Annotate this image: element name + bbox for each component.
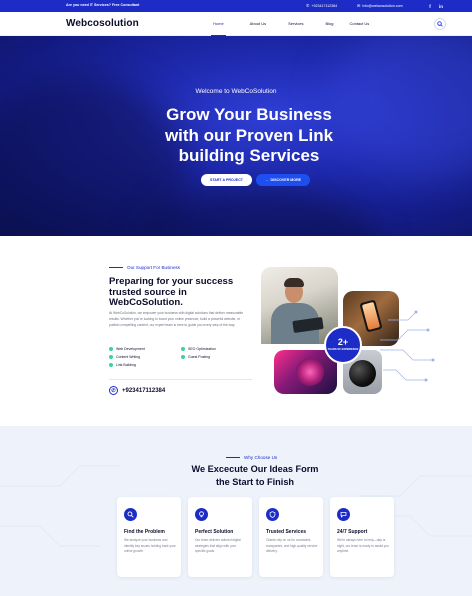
nav-item-home[interactable]: Home [205,12,232,36]
about-phone[interactable]: ✆ +923417112384 [109,386,165,395]
circuit-decoration-icon [380,310,435,382]
feature-card[interactable]: Perfect Solution Our team delivers tailo… [188,497,252,577]
experience-badge: 2+ YEARS OF EXPERIENCE [324,326,362,364]
feature-list: Web Development SEO Optimization Content… [109,347,259,367]
feature-card[interactable]: Trusted Services Clients rely on us for … [259,497,323,577]
card-text: We're always here to help—day or night, … [337,538,389,554]
check-icon [181,355,185,359]
feature-label: Guest Posting [188,355,210,359]
check-icon [109,355,113,359]
check-icon [109,363,113,367]
about-title-line: Preparing for your success [109,276,234,287]
discover-more-label: DISCOVER MORE [270,178,302,182]
promo-text: Are you need IT Services? Free Consultan… [66,3,140,7]
why-title: We Excecute Our Ideas Form the Start to … [0,463,472,488]
about-eyebrow-text: Our Support For Business [127,265,181,270]
experience-label: YEARS OF EXPERIENCE [327,348,359,351]
nav-item-services[interactable]: Services [280,12,311,36]
about-paragraph: At WebCoSolution, we empower your busine… [109,311,244,327]
why-title-line: We Excecute Our Ideas Form [191,464,319,474]
chat-icon [337,508,350,521]
feature-label: Link Building [116,363,136,367]
card-title: Find the Problem [124,529,165,535]
search-icon [437,21,443,27]
topbar-email[interactable]: ✉ Info@webcosolution.com [357,3,403,8]
phone-icon: ✆ [306,3,310,8]
feature-card[interactable]: 24/7 Support We're always here to help—d… [330,497,394,577]
site-logo[interactable]: Webcosolution [66,18,139,29]
card-title: 24/7 Support [337,529,368,535]
shield-icon [266,508,279,521]
man-with-tablet-image [261,267,338,344]
about-title-line: trusted source in [109,286,187,298]
arrow-right-icon: → [264,178,269,182]
nav-item-contact[interactable]: Contact Us [341,12,377,36]
hero-title-line: Grow Your Business [166,105,332,124]
hero-title: Grow Your Business with our Proven Link … [0,105,472,167]
about-phone-text: +923417112384 [122,387,166,394]
nav-item-blog[interactable]: Blog [317,12,341,36]
feature-item: Content Writing [109,355,181,359]
hero-section: Welcome to WebCoSolution Grow Your Busin… [0,36,472,236]
search-button[interactable] [434,18,446,30]
card-title: Perfect Solution [195,529,234,535]
feature-label: SEO Optimization [188,347,216,351]
check-icon [109,347,113,351]
start-project-button[interactable]: START A PROJECT [201,174,252,186]
top-bar: Are you need IT Services? Free Consultan… [0,0,472,12]
feature-item: SEO Optimization [181,347,253,351]
hero-welcome: Welcome to WebCoSolution [195,88,277,95]
feature-item: Link Building [109,363,181,367]
about-title: Preparing for your success trusted sourc… [109,276,249,309]
topbar-phone-text: +923417112384 [311,3,338,8]
phone-icon: ✆ [109,386,118,395]
why-eyebrow: Why Choose Us [226,455,277,460]
main-nav: Webcosolution Home About Us Services Blo… [0,12,472,36]
about-eyebrow: Our Support For Business [109,265,180,270]
lightbulb-icon [195,508,208,521]
linkedin-icon[interactable]: in [437,2,445,10]
nav-item-about[interactable]: About Us [242,12,274,36]
nav-menu: Home About Us Services Blog Contact Us [205,12,377,36]
card-text: Clients rely on us for consistent, trans… [266,538,318,554]
experience-number: 2+ [337,337,349,347]
mail-icon: ✉ [357,3,361,8]
hero-title-line: building Services [178,146,320,165]
card-title: Trusted Services [266,529,307,535]
topbar-phone[interactable]: ✆ +923417112384 [306,3,337,8]
topbar-email-text: Info@webcosolution.com [362,3,403,8]
discover-more-button[interactable]: → DISCOVER MORE [256,174,310,186]
check-icon [181,347,185,351]
about-divider [109,379,252,380]
feature-label: Web Development [116,347,145,351]
search-icon [124,508,137,521]
facebook-icon[interactable]: f [426,2,434,10]
card-text: Our team delivers tailored digital strat… [195,538,241,554]
feature-label: Content Writing [116,355,141,359]
why-title-line: the Start to Finish [215,476,295,487]
feature-item: Web Development [109,347,181,351]
feature-item: Guest Posting [181,355,253,359]
hero-title-line: with our Proven Link [164,125,334,145]
eyebrow-line [109,266,123,269]
about-title-line: WebCoSolution. [109,297,183,308]
card-text: We analyze your business and identify ke… [124,538,176,554]
eyebrow-line [226,456,240,459]
feature-card[interactable]: Find the Problem We analyze your busines… [117,497,181,577]
why-eyebrow-text: Why Choose Us [244,455,278,460]
